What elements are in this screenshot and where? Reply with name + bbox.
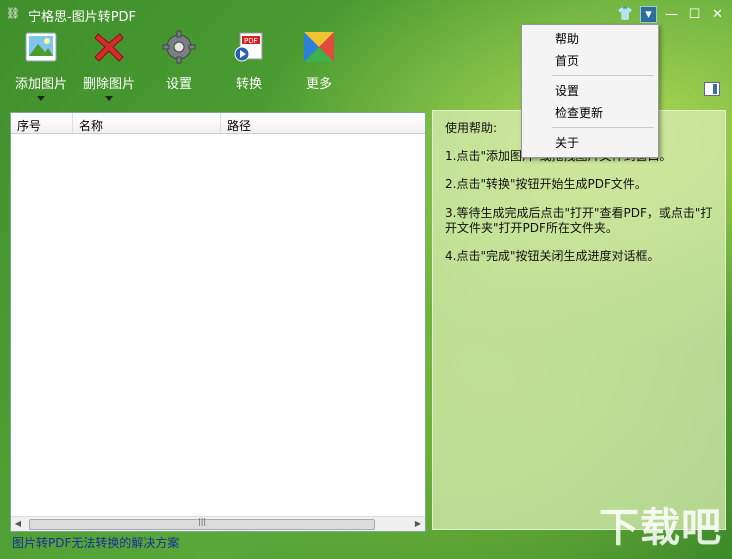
- help-panel: 使用帮助: 1.点击"添加图片"或拖拽图片文件到窗口。 2.点击"转换"按钮开始…: [432, 110, 726, 530]
- delete-image-button[interactable]: 删除图片: [78, 30, 140, 101]
- svg-text:PDF: PDF: [244, 37, 258, 45]
- settings-button[interactable]: 设置: [148, 30, 210, 92]
- table-header: 序号 名称 路径: [11, 113, 425, 134]
- panel-toggle-icon[interactable]: [704, 82, 720, 96]
- image-icon: [25, 32, 57, 62]
- settings-label: 设置: [165, 77, 192, 92]
- menu-item-about[interactable]: 关于: [555, 134, 579, 151]
- minimize-icon[interactable]: —: [663, 6, 680, 23]
- column-header-name[interactable]: 名称: [73, 113, 221, 133]
- add-image-label: 添加图片: [14, 77, 67, 92]
- convert-label: 转换: [235, 77, 262, 92]
- menu-down-icon[interactable]: ▾: [640, 6, 657, 23]
- help-step-2: 2.点击"转换"按钮开始生成PDF文件。: [445, 177, 647, 191]
- app-logo-icon: ⛓: [6, 7, 20, 20]
- add-image-button[interactable]: 添加图片: [10, 30, 72, 101]
- maximize-icon[interactable]: ☐: [686, 6, 703, 23]
- image-list-table[interactable]: 序号 名称 路径 ◀ ▶: [10, 112, 426, 532]
- window-title: 宁格思-图片转PDF: [28, 10, 137, 25]
- skin-icon[interactable]: 👕: [617, 6, 634, 23]
- dropdown-arrow-icon[interactable]: [105, 96, 113, 101]
- conversion-help-link[interactable]: 图片转PDF无法转换的解决方案: [12, 534, 179, 551]
- menu-item-help[interactable]: 帮助: [555, 30, 579, 47]
- menu-item-settings[interactable]: 设置: [555, 82, 579, 99]
- help-title: 使用帮助:: [445, 121, 498, 135]
- close-icon[interactable]: ✕: [709, 6, 726, 23]
- dropdown-menu: 帮助 首页 设置 检查更新 关于: [521, 24, 659, 158]
- scroll-left-icon[interactable]: ◀: [11, 517, 25, 531]
- help-step-3: 3.等待生成完成后点击"打开"查看PDF，或点击"打开文件夹"打开PDF所在文件…: [445, 206, 713, 235]
- menu-separator: [552, 75, 654, 76]
- delete-image-label: 删除图片: [82, 77, 135, 92]
- column-header-path[interactable]: 路径: [221, 113, 423, 133]
- menu-item-check-update[interactable]: 检查更新: [555, 104, 603, 121]
- scroll-right-icon[interactable]: ▶: [411, 517, 425, 531]
- menu-item-home[interactable]: 首页: [555, 52, 579, 69]
- more-button[interactable]: 更多: [288, 30, 350, 92]
- help-step-4: 4.点击"完成"按钮关闭生成进度对话框。: [445, 249, 660, 263]
- convert-button[interactable]: PDF 转换: [218, 30, 280, 92]
- menu-separator: [552, 127, 654, 128]
- gear-icon: [162, 30, 196, 64]
- dropdown-arrow-icon[interactable]: [37, 96, 45, 101]
- window-controls: 👕 ▾ — ☐ ✕: [617, 6, 726, 23]
- delete-x-icon: [94, 33, 124, 62]
- watermark-logo: 下载吧: [599, 505, 722, 551]
- more-icon: [304, 32, 334, 62]
- horizontal-scrollbar[interactable]: ◀ ▶: [11, 516, 425, 531]
- column-header-index[interactable]: 序号: [11, 113, 73, 133]
- pdf-convert-icon: PDF: [234, 32, 263, 62]
- more-label: 更多: [305, 77, 332, 92]
- scrollbar-thumb[interactable]: [29, 517, 375, 530]
